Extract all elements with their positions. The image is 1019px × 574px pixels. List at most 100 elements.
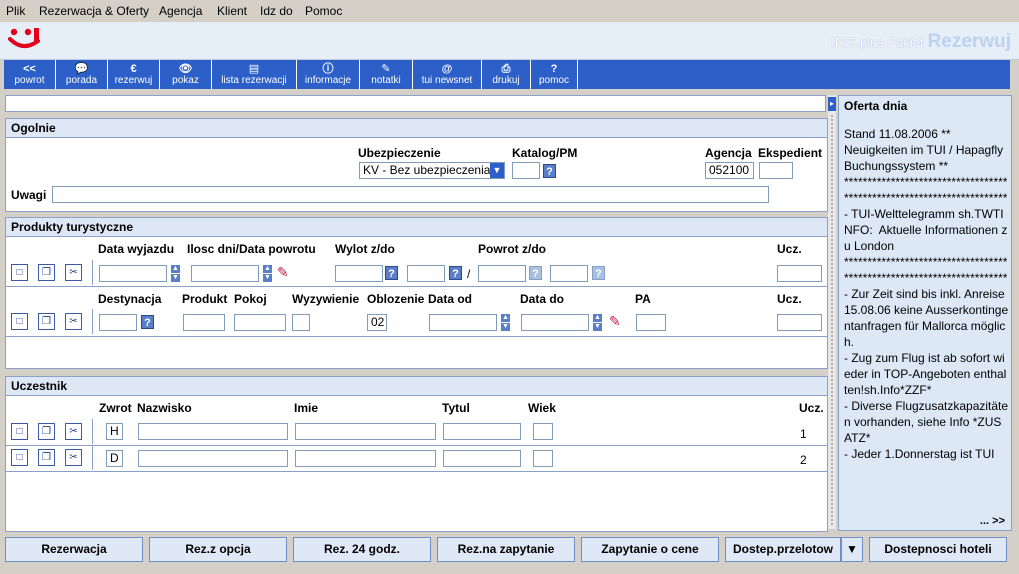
- scissors-icon[interactable]: ✂: [65, 449, 82, 466]
- flight-back-label: Powrot z/do: [478, 242, 546, 256]
- copy-icon[interactable]: ❐: [38, 264, 55, 281]
- menu-idz-do[interactable]: Idz do: [260, 4, 293, 18]
- col-ucz: Ucz.: [799, 401, 824, 415]
- collapse-arrow-icon[interactable]: ▸: [828, 97, 836, 111]
- date-from-input[interactable]: [429, 314, 497, 331]
- ucz-input-row2[interactable]: [777, 314, 822, 331]
- days-return-input[interactable]: [191, 265, 259, 282]
- calendar-icon[interactable]: ✎: [609, 313, 621, 330]
- flight-out-from-help-icon[interactable]: ?: [385, 266, 398, 280]
- hotel-availability-button[interactable]: Dostepnosci hoteli: [869, 537, 1007, 562]
- reservation-option-button[interactable]: Rez.z opcja: [149, 537, 287, 562]
- firstname-input[interactable]: [295, 450, 436, 467]
- new-row-icon[interactable]: □: [11, 423, 28, 440]
- agency-input[interactable]: 052100: [705, 162, 754, 179]
- room-input[interactable]: [234, 314, 286, 331]
- date-to-label: Data do: [520, 292, 565, 306]
- date-to-input[interactable]: [521, 314, 589, 331]
- destination-input[interactable]: [99, 314, 137, 331]
- flight-back-from-help-icon[interactable]: ?: [529, 266, 542, 280]
- slash-separator: /: [467, 267, 471, 281]
- title-input[interactable]: [443, 450, 521, 467]
- scroll-track: [831, 115, 835, 525]
- copy-icon[interactable]: ❐: [38, 423, 55, 440]
- days-spinner[interactable]: ▲ ▼: [263, 265, 272, 282]
- date-to-spinner[interactable]: ▲ ▼: [593, 314, 602, 331]
- toolbar-label: porada: [65, 75, 98, 86]
- toolbar-powrot-button[interactable]: << powrot: [4, 60, 56, 89]
- flight-availability-button[interactable]: Dostep.przelotow: [725, 537, 841, 562]
- copy-icon[interactable]: ❐: [38, 313, 55, 330]
- scissors-icon[interactable]: ✂: [65, 313, 82, 330]
- toolbar-tui-newsnet-button[interactable]: @ tui newsnet: [413, 60, 482, 89]
- flight-out-to-help-icon[interactable]: ?: [449, 266, 462, 280]
- menu-klient[interactable]: Klient: [217, 4, 247, 18]
- surname-input[interactable]: [138, 423, 288, 440]
- menu-pomoc[interactable]: Pomoc: [305, 4, 342, 18]
- list-icon: ▤: [248, 63, 260, 75]
- notes-input[interactable]: [52, 186, 769, 203]
- reservation-button[interactable]: Rezerwacja: [5, 537, 143, 562]
- destination-help-icon[interactable]: ?: [141, 315, 154, 329]
- flight-availability-dropdown[interactable]: ▼: [841, 537, 863, 562]
- flight-back-from-input[interactable]: [478, 265, 526, 282]
- toolbar-porada-button[interactable]: 💬 porada: [56, 60, 108, 89]
- menu-rezerwacja-oferty[interactable]: Rezerwacja & Oferty: [39, 4, 149, 18]
- product-input[interactable]: [183, 314, 225, 331]
- scissors-icon[interactable]: ✂: [65, 264, 82, 281]
- calendar-icon[interactable]: ✎: [277, 264, 289, 281]
- offer-more-link[interactable]: ... >>: [980, 515, 1005, 527]
- catalog-help-icon[interactable]: ?: [543, 164, 556, 178]
- flight-back-to-help-icon[interactable]: ?: [592, 266, 605, 280]
- top-info-field[interactable]: [5, 95, 826, 112]
- board-input[interactable]: [292, 314, 310, 331]
- age-input[interactable]: [533, 450, 553, 467]
- clerk-input[interactable]: [759, 162, 793, 179]
- pa-input[interactable]: [636, 314, 666, 331]
- firstname-input[interactable]: [295, 423, 436, 440]
- surname-input[interactable]: [138, 450, 288, 467]
- toolbar-rezerwuj-button[interactable]: € rezerwuj: [108, 60, 160, 89]
- salutation-input[interactable]: D: [106, 450, 123, 467]
- price-inquiry-button[interactable]: Zapytanie o cene: [581, 537, 719, 562]
- toolbar-pomoc-button[interactable]: ? pomoc: [531, 60, 578, 89]
- copy-icon[interactable]: ❐: [38, 449, 55, 466]
- notes-icon: ✎: [381, 63, 391, 75]
- scissors-icon[interactable]: ✂: [65, 423, 82, 440]
- catalog-input[interactable]: [512, 162, 540, 179]
- salutation-input[interactable]: H: [106, 423, 123, 440]
- toolbar-lista-rezerwacji-button[interactable]: ▤ lista rezerwacji: [212, 60, 297, 89]
- menu-agencja[interactable]: Agencja: [159, 4, 202, 18]
- date-from-spinner[interactable]: ▲ ▼: [501, 314, 510, 331]
- toolbar-notatki-button[interactable]: ✎ notatki: [360, 60, 413, 89]
- ucz-label: Ucz.: [777, 242, 802, 256]
- flight-out-from-input[interactable]: [335, 265, 383, 282]
- insurance-label: Ubezpieczenie: [358, 146, 441, 160]
- menu-plik[interactable]: Plik: [6, 4, 25, 18]
- toolbar-label: drukuj: [492, 75, 520, 86]
- new-row-icon[interactable]: □: [11, 449, 28, 466]
- departure-date-input[interactable]: [99, 265, 167, 282]
- occupancy-input[interactable]: 02: [367, 314, 387, 331]
- toolbar-pokaz-button[interactable]: 👁 pokaz: [160, 60, 212, 89]
- vertical-scrollbar[interactable]: ▸: [828, 95, 836, 529]
- ucz-input-row1[interactable]: [777, 265, 822, 282]
- divider: [92, 446, 93, 470]
- insurance-select[interactable]: KV - Bez ubezpieczenia: [359, 162, 505, 179]
- room-label: Pokoj: [234, 292, 267, 306]
- divider: [92, 309, 93, 334]
- departure-spinner[interactable]: ▲ ▼: [171, 265, 180, 282]
- age-input[interactable]: [533, 423, 553, 440]
- new-row-icon[interactable]: □: [11, 264, 28, 281]
- col-age: Wiek: [528, 401, 556, 415]
- flight-back-to-input[interactable]: [550, 265, 588, 282]
- toolbar-drukuj-button[interactable]: ⎙ drukuj: [482, 60, 531, 89]
- dropdown-arrow-icon[interactable]: ▼: [490, 163, 504, 178]
- flight-out-to-input[interactable]: [407, 265, 445, 282]
- new-row-icon[interactable]: □: [11, 313, 28, 330]
- toolbar-informacje-button[interactable]: ⓘ informacje: [297, 60, 360, 89]
- title-input[interactable]: [443, 423, 521, 440]
- row-divider: [6, 286, 827, 287]
- reservation-24h-button[interactable]: Rez. 24 godz.: [293, 537, 431, 562]
- reservation-request-button[interactable]: Rez.na zapytanie: [437, 537, 575, 562]
